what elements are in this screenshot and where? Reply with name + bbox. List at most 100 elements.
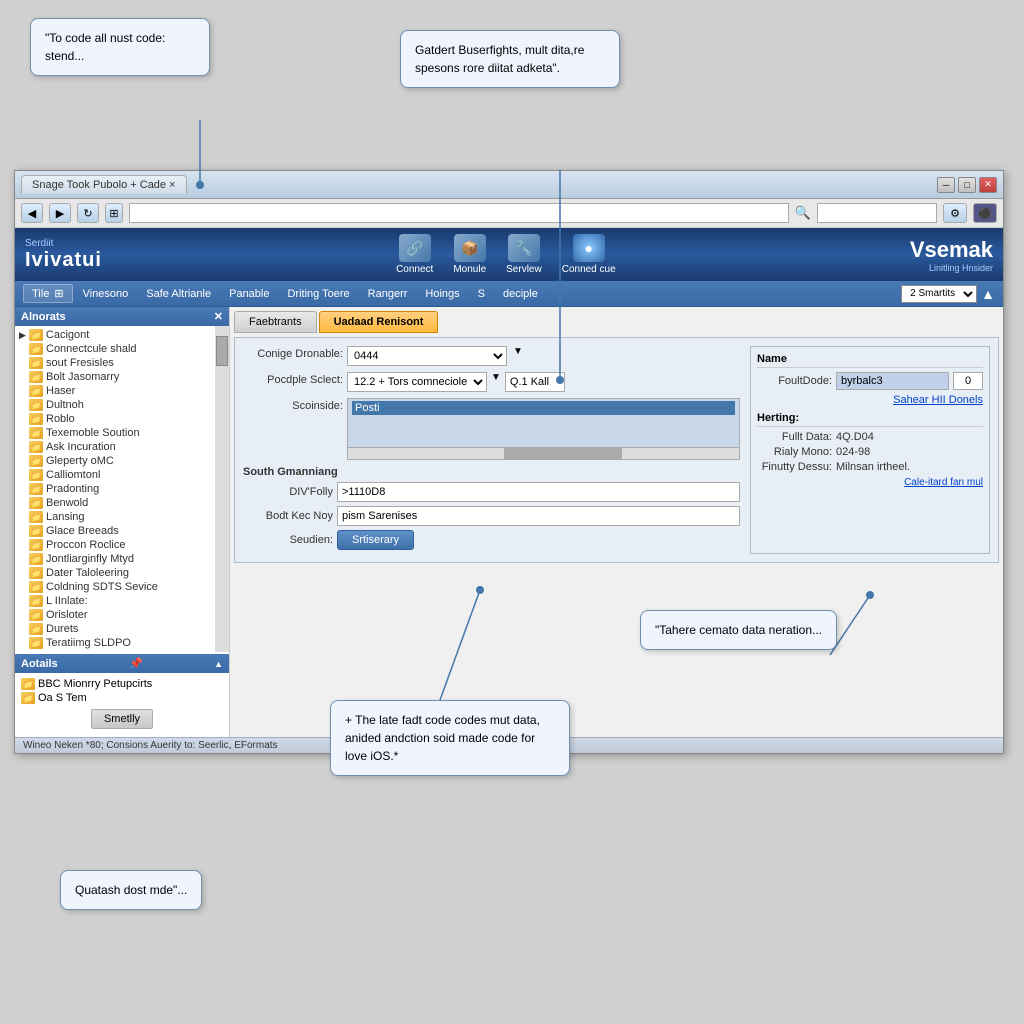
forward-button[interactable]: ▶ <box>49 203 71 223</box>
conned-cue-icon: ● <box>573 234 605 262</box>
tree-item-proccon[interactable]: 📁 Proccon Roclice <box>17 538 227 552</box>
menu-tile[interactable]: Tile ⊞ <box>23 284 73 303</box>
smart-up-btn[interactable]: ▲ <box>981 286 995 302</box>
callout-bottom-center: + The late fadt code codes mut data, ani… <box>330 700 570 776</box>
tree-item-connectcule[interactable]: 📁 Connectcule shald <box>17 342 227 356</box>
tree-item-jontliarg[interactable]: 📁 Jontliarginfly Mtyd <box>17 552 227 566</box>
menu-safe[interactable]: Safe Altrianle <box>138 286 219 302</box>
tab-uadaad[interactable]: Uadaad Renisont <box>319 311 439 333</box>
tree-view[interactable]: ▶ 📁 Cacigont 📁 Connectcule shald 📁 sout … <box>15 326 229 652</box>
pocdple-input[interactable] <box>505 372 565 392</box>
menu-vinesono[interactable]: Vinesono <box>75 286 137 302</box>
nav-servlew[interactable]: 🔧 Servlew <box>506 234 542 275</box>
brand-sub: Linitling Hnsider <box>929 263 993 273</box>
folder-icon: 📁 <box>29 553 43 565</box>
back-button[interactable]: ◀ <box>21 203 43 223</box>
menu-s[interactable]: S <box>470 286 493 302</box>
sarear-link[interactable]: Sahear HII Donels <box>757 394 983 406</box>
callout-bottom-right-text: "Tahere cemato data neration... <box>655 623 822 637</box>
tree-item-benwold[interactable]: 📁 Benwold <box>17 496 227 510</box>
smart-select[interactable]: 2 Smartits <box>901 285 977 303</box>
tree-item-dultnoh[interactable]: 📁 Dultnoh <box>17 398 227 412</box>
tab-faebtrants[interactable]: Faebtrants <box>234 311 317 333</box>
tree-item-lansing[interactable]: 📁 Lansing <box>17 510 227 524</box>
tree-item-roblo[interactable]: 📁 Roblo <box>17 412 227 426</box>
conige-row: Conige Dronable: 0444 ▼ <box>243 346 740 366</box>
refresh-button[interactable]: ↻ <box>77 203 99 223</box>
menu-rangerr[interactable]: Rangerr <box>360 286 416 302</box>
scoinside-scrollbar-thumb[interactable] <box>504 448 621 459</box>
folder-icon: 📁 <box>21 678 35 690</box>
monule-icon: 📦 <box>454 234 486 262</box>
home-button[interactable]: ⊞ <box>105 203 123 223</box>
sidebar-scrollbar[interactable] <box>215 326 229 652</box>
tree-label-bolt: Bolt Jasomarry <box>46 371 119 383</box>
tree-item-pradonting[interactable]: 📁 Pradonting <box>17 482 227 496</box>
tree-item-durets[interactable]: 📁 Durets <box>17 622 227 636</box>
folder-icon: 📁 <box>29 385 43 397</box>
smart-button[interactable]: Smetlly <box>91 709 153 729</box>
menu-hoings[interactable]: Hoings <box>417 286 467 302</box>
tree-item-cacigont[interactable]: ▶ 📁 Cacigont <box>17 328 227 342</box>
aotails-item-bbc[interactable]: 📁 BBC Mionrry Petupcirts <box>19 677 225 691</box>
menu-driting[interactable]: Driting Toere <box>279 286 357 302</box>
tree-item-sout[interactable]: 📁 sout Fresisles <box>17 356 227 370</box>
tree-item-texemoble[interactable]: 📁 Texemoble Soution <box>17 426 227 440</box>
fould-num: 0 <box>953 372 983 390</box>
bolt-input[interactable] <box>337 506 740 526</box>
tree-item-calliomtonl[interactable]: 📁 Calliomtonl <box>17 468 227 482</box>
status-text: Wineo Neken *80; Consions Auerity to: Se… <box>23 740 278 751</box>
maximize-button[interactable]: □ <box>958 177 976 193</box>
sidebar-scrollbar-thumb[interactable] <box>216 336 228 366</box>
main-content: Alnorats ✕ ▶ 📁 Cacigont 📁 Connectcule sh… <box>15 307 1003 737</box>
tree-item-dater[interactable]: 📁 Dater Taloleering <box>17 566 227 580</box>
name-panel: Name FoultDode: byrbalc3 0 Sahear HII Do… <box>750 346 990 554</box>
folder-icon: 📁 <box>29 399 43 411</box>
aotails-section: Aotails 📌 ▲ <box>15 654 229 673</box>
menu-panable[interactable]: Panable <box>221 286 277 302</box>
nav-connect[interactable]: 🔗 Connect <box>396 234 433 275</box>
menu-deciple[interactable]: deciple <box>495 286 546 302</box>
pocdple-select[interactable]: 12.2 + Tors comneciole <box>347 372 487 392</box>
tree-item-haser[interactable]: 📁 Haser <box>17 384 227 398</box>
conige-select[interactable]: 0444 <box>347 346 507 366</box>
folder-icon: 📁 <box>29 623 43 635</box>
tree-item-glace[interactable]: 📁 Glace Breeads <box>17 524 227 538</box>
cale-link[interactable]: Cale-itard fan mul <box>757 477 983 488</box>
sidebar: Alnorats ✕ ▶ 📁 Cacigont 📁 Connectcule sh… <box>15 307 230 737</box>
nav-monule[interactable]: 📦 Monule <box>453 234 486 275</box>
herting-title: Herting: <box>757 412 983 427</box>
tree-item-bolt[interactable]: 📁 Bolt Jasomarry <box>17 370 227 384</box>
nav-conned-cue[interactable]: ● Conned cue <box>562 234 616 275</box>
tree-item-teratiimg[interactable]: 📁 Teratiimg SLDPO <box>17 636 227 650</box>
callout-top-center-text: Gatdert Buserfights, mult dita,re speson… <box>415 43 584 75</box>
fould-label: FoultDode: <box>757 375 832 387</box>
settings-button[interactable]: ⚙ <box>943 203 967 223</box>
pin-icon[interactable]: 📌 <box>129 657 143 670</box>
div-input[interactable] <box>337 482 740 502</box>
close-button[interactable]: ✕ <box>979 177 997 193</box>
sidebar-close-btn[interactable]: ✕ <box>214 310 223 323</box>
rialy-label: Rialy Mono: <box>757 446 832 458</box>
search-input[interactable] <box>817 203 937 223</box>
folder-icon: 📁 <box>29 455 43 467</box>
aotails-item-oa[interactable]: 📁 Oa S Tem <box>19 691 225 705</box>
seudien-button[interactable]: Srtiserary <box>337 530 414 550</box>
tree-item-linlate[interactable]: 📁 L IInlate: <box>17 594 227 608</box>
address-input[interactable] <box>129 203 789 223</box>
tree-item-ask[interactable]: 📁 Ask Incuration <box>17 440 227 454</box>
folder-icon: 📁 <box>29 609 43 621</box>
minimize-button[interactable]: ─ <box>937 177 955 193</box>
tree-item-orisloter[interactable]: 📁 Orisloter <box>17 608 227 622</box>
scoinside-content[interactable]: Posti <box>347 398 740 448</box>
seudien-label: Seudien: <box>243 534 333 546</box>
browser-tab[interactable]: Snage Took Pubolo + Cade × <box>21 175 187 194</box>
scoinside-scrollbar-h[interactable] <box>347 448 740 460</box>
rialy-row: Rialy Mono: 024-98 <box>757 446 983 458</box>
tree-item-gleperty[interactable]: 📁 Gleperty oMC <box>17 454 227 468</box>
south-section: South Gmanniang DIV'Folly Bodt Kec Noy S… <box>243 466 740 550</box>
menu-bar: Tile ⊞ Vinesono Safe Altrianle Panable D… <box>15 281 1003 307</box>
tree-item-coldning[interactable]: 📁 Coldning SDTS Sevice <box>17 580 227 594</box>
star-button[interactable]: ⚫ <box>973 203 997 223</box>
expand-icon[interactable]: ▲ <box>214 659 223 669</box>
